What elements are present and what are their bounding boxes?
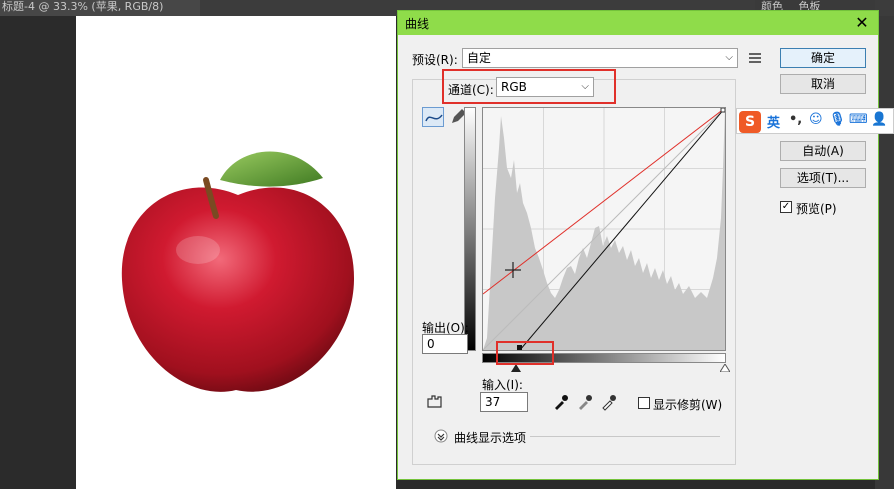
show-clipping-checkbox[interactable] [638,397,650,409]
output-gradient-bar [464,107,476,351]
keyboard-icon[interactable]: ⌨ [849,112,868,127]
ime-language-toggle[interactable]: 英 [767,112,780,131]
input-label: 输入(I): [482,378,523,392]
ime-toolbar: S 英 •, ☺ 🎙 ⌨ 👤 [736,108,894,134]
targeted-adjust-icon[interactable] [424,393,446,413]
black-point-highlight-box [496,341,554,365]
show-clipping-label: 显示修剪(W) [653,398,723,412]
expand-options-icon[interactable] [434,429,448,443]
options-button[interactable]: 选项(T)... [780,168,866,188]
curves-dialog: 曲线 ✕ 预设(R): 自定 ⌵ 确定 取消 自动(A) 选项(T)... ✓ … [397,10,879,480]
chevron-down-icon: ⌵ [725,52,733,63]
sogou-logo-icon[interactable]: S [739,111,761,133]
close-icon[interactable]: ✕ [852,13,872,33]
preset-label: 预设(R): [412,53,458,67]
preset-value: 自定 [467,51,492,65]
channel-highlight-box [442,69,616,104]
cancel-button[interactable]: 取消 [780,74,866,94]
emoji-icon[interactable]: ☺ [809,112,823,127]
output-field[interactable]: 0 [422,334,468,354]
auto-button[interactable]: 自动(A) [780,141,866,161]
canvas-background [0,16,76,489]
preset-select[interactable]: 自定 ⌵ [462,48,738,68]
preview-checkbox[interactable]: ✓ [780,201,792,213]
curve-point-white[interactable] [720,107,726,113]
black-point-slider[interactable] [511,364,521,372]
punctuation-icon[interactable]: •, [789,112,802,127]
user-icon[interactable]: 👤 [871,112,887,127]
preview-label: 预览(P) [796,202,837,216]
ok-button[interactable]: 确定 [780,48,866,68]
white-point-slider[interactable] [720,364,730,372]
dialog-title: 曲线 [405,17,430,31]
gray-eyedropper-icon[interactable] [576,393,598,413]
dialog-title-bar[interactable]: 曲线 ✕ [398,11,878,35]
preset-options-icon[interactable] [746,49,768,69]
options-divider [530,436,720,437]
black-eyedropper-icon[interactable] [552,393,574,413]
apple-image [121,151,355,392]
document-tab[interactable]: 标题-4 @ 33.3% (苹果, RGB/8) [0,0,200,16]
curve-options-label[interactable]: 曲线显示选项 [454,429,526,446]
input-field[interactable]: 37 [480,392,528,412]
curve-point-tool-icon[interactable] [422,107,444,127]
curves-graph[interactable] [482,107,726,351]
microphone-icon[interactable]: 🎙 [829,112,846,127]
white-eyedropper-icon[interactable] [600,393,622,413]
histogram-curve-svg[interactable] [482,107,726,351]
